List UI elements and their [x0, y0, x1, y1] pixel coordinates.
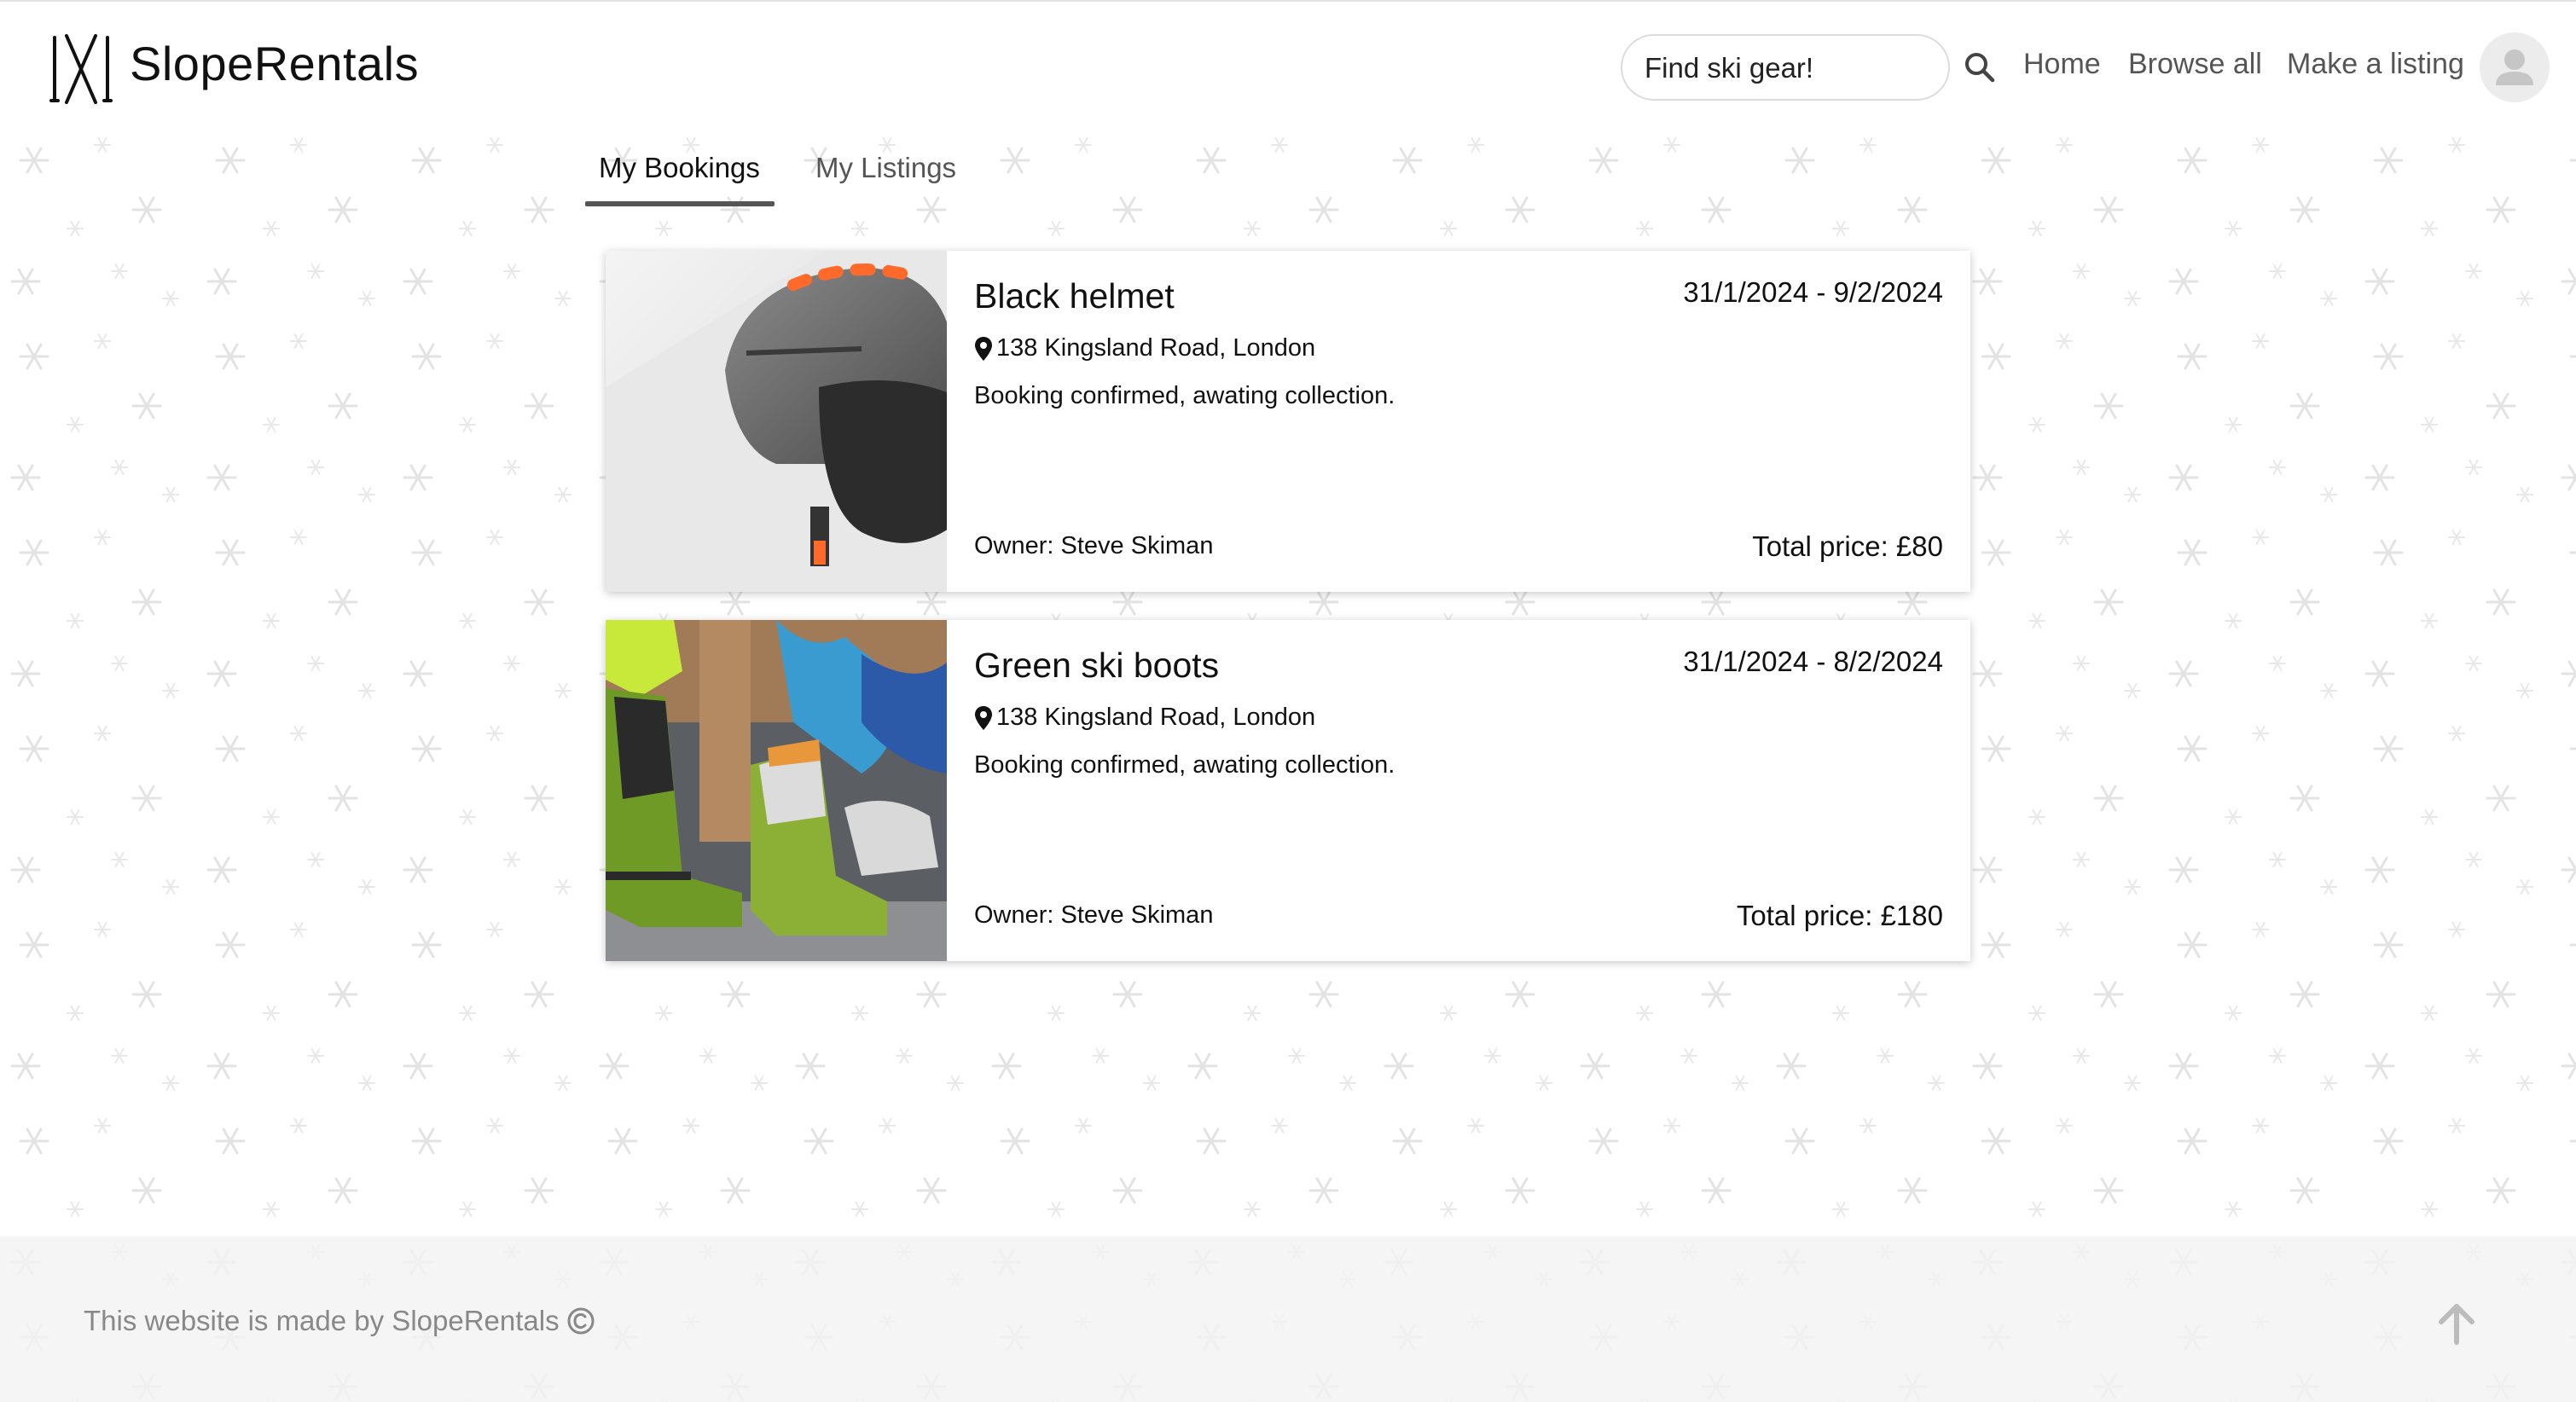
tab-my-listings[interactable]: My Listings	[815, 152, 956, 184]
booking-location-text: 138 Kingsland Road, London	[996, 334, 1316, 362]
search-box[interactable]	[1621, 34, 1950, 101]
booking-item-title[interactable]: Black helmet	[974, 276, 1175, 316]
nav-make-listing-link[interactable]: Make a listing	[2287, 48, 2464, 81]
map-pin-icon	[975, 336, 992, 361]
back-to-top-arrow-icon[interactable]	[2436, 1301, 2477, 1346]
ski-boots-image	[606, 620, 947, 961]
booking-location: 138 Kingsland Road, London	[974, 704, 1315, 732]
ski-logo-icon[interactable]	[49, 32, 113, 106]
booking-owner: Owner: Steve Skiman	[974, 532, 1214, 559]
copyright-icon	[567, 1307, 595, 1335]
booking-total-price: Total price: £180	[1736, 900, 1943, 931]
booking-status: Booking confirmed, awating collection.	[974, 751, 1395, 779]
active-tab-indicator	[585, 201, 775, 206]
booking-item-title[interactable]: Green ski boots	[974, 646, 1219, 686]
booking-card[interactable]: Black helmet 31/1/2024 - 9/2/2024 138 Ki…	[606, 251, 1970, 592]
booking-location-text: 138 Kingsland Road, London	[996, 704, 1316, 731]
footer-credit: This website is made by SlopeRentals	[84, 1305, 595, 1337]
booking-owner: Owner: Steve Skiman	[974, 901, 1214, 929]
map-pin-icon	[975, 705, 992, 730]
booking-status: Booking confirmed, awating collection.	[974, 382, 1395, 409]
booking-dates: 31/1/2024 - 8/2/2024	[1683, 646, 1943, 677]
booking-total-price: Total price: £80	[1752, 530, 1943, 562]
site-header: SlopeRentals Home Browse all Make a list…	[0, 0, 2576, 131]
booking-card[interactable]: Green ski boots 31/1/2024 - 8/2/2024 138…	[606, 620, 1970, 961]
nav-home-link[interactable]: Home	[2023, 48, 2101, 81]
search-input[interactable]	[1643, 36, 1928, 101]
footer-credit-text: This website is made by SlopeRentals	[84, 1305, 560, 1336]
user-avatar-icon[interactable]	[2480, 32, 2550, 102]
tab-my-bookings[interactable]: My Bookings	[599, 152, 760, 184]
nav-browse-all-link[interactable]: Browse all	[2128, 48, 2262, 81]
booking-dates: 31/1/2024 - 9/2/2024	[1683, 276, 1943, 308]
search-icon[interactable]	[1962, 49, 1998, 85]
helmet-image	[606, 251, 947, 592]
brand-name[interactable]: SlopeRentals	[130, 36, 419, 91]
booking-location: 138 Kingsland Road, London	[974, 334, 1315, 362]
site-footer: This website is made by SlopeRentals	[0, 1237, 2576, 1402]
